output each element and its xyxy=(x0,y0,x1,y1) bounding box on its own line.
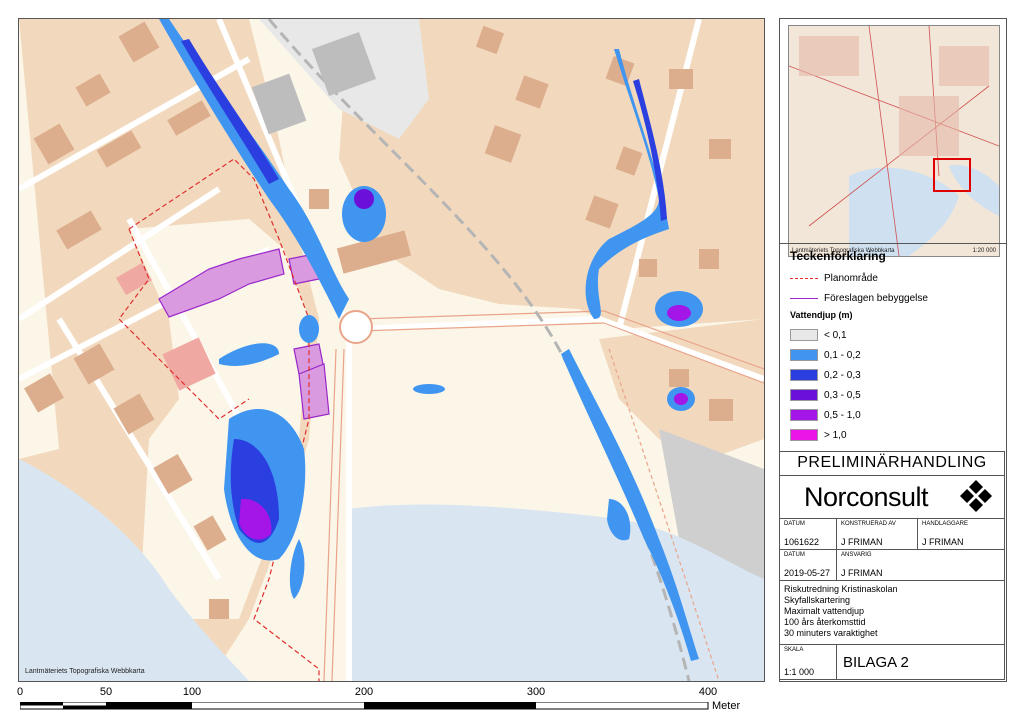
flood-zone xyxy=(674,393,688,405)
field-value: J FRIMAN xyxy=(841,568,883,578)
dashed-line-icon xyxy=(790,277,818,279)
skala-cell: SKALA 1:1 000 xyxy=(779,644,837,680)
scale-unit: Meter xyxy=(712,700,741,712)
scale-label: 50 xyxy=(99,686,113,698)
overview-scale: 1:20 000 xyxy=(972,248,996,254)
legend-depth-class: 0,5 - 1,0 xyxy=(790,408,861,422)
legend-label: 0,3 - 0,5 xyxy=(824,389,861,401)
legend-depth-class: 0,2 - 0,3 xyxy=(790,368,861,382)
field-label: DATUM xyxy=(784,521,805,527)
datum-cell: DATUM 1061622 xyxy=(779,518,837,550)
field-value: 2019-05-27 xyxy=(784,568,831,578)
field-value: J FRIMAN xyxy=(922,537,964,547)
company-name: Norconsult xyxy=(804,482,929,512)
scale-label: 200 xyxy=(354,686,374,698)
scale-label: 100 xyxy=(182,686,202,698)
legend-label: < 0,1 xyxy=(824,329,847,341)
field-label: DATUM xyxy=(784,552,805,558)
field-label: ANSVARIG xyxy=(841,552,872,558)
legend-depth-class: 0,1 - 0,2 xyxy=(790,348,861,362)
scale-label: 0 xyxy=(16,686,24,698)
scale-label: 400 xyxy=(698,686,718,698)
main-map[interactable]: Lantmäteriets Topografiska Webbkarta xyxy=(18,18,765,682)
norconsult-logo-icon xyxy=(960,480,992,512)
roundabout xyxy=(339,310,373,344)
description-cell: Riskutredning Kristinaskolan Skyfallskar… xyxy=(779,580,1005,645)
overview-canvas xyxy=(789,26,999,256)
description-line: 100 års återkomsttid xyxy=(784,617,866,627)
flood-zone xyxy=(289,539,305,599)
legend-depth-class: < 0,1 xyxy=(790,328,847,342)
handlaggare-cell: HANDLAGGARE J FRIMAN xyxy=(917,518,1005,550)
flood-zone xyxy=(667,305,691,321)
legend-depth-title: Vattendjup (m) xyxy=(790,310,853,320)
overview-map[interactable]: Lantmäteriets Topografiska Webbkarta 1:2… xyxy=(788,25,1000,257)
legend-label: > 1,0 xyxy=(824,429,847,441)
map-canvas xyxy=(19,19,764,681)
color-swatch xyxy=(790,349,818,361)
title-block: PRELIMINÄRHANDLING Norconsult DATUM 1061… xyxy=(779,451,1007,680)
scale-label: 300 xyxy=(526,686,546,698)
color-swatch xyxy=(790,389,818,401)
color-swatch xyxy=(790,369,818,381)
flood-zone xyxy=(413,384,445,394)
legend-depth-class: > 1,0 xyxy=(790,428,847,442)
legend-label: 0,5 - 1,0 xyxy=(824,409,861,421)
scale-bar-graphic xyxy=(20,702,709,710)
ansvarig-cell: ANSVARIG J FRIMAN xyxy=(836,549,1005,581)
map-credit: Lantmäteriets Topografiska Webbkarta xyxy=(25,668,145,675)
legend-label: 0,1 - 0,2 xyxy=(824,349,861,361)
legend-label: Planområde xyxy=(824,272,878,284)
status-label: PRELIMINÄRHANDLING xyxy=(779,451,1005,476)
field-label: SKALA xyxy=(784,647,804,653)
panel-divider xyxy=(780,243,1006,244)
color-swatch xyxy=(790,429,818,441)
description-line: Skyfallskartering xyxy=(784,595,851,605)
datum-cell: DATUM 2019-05-27 xyxy=(779,549,837,581)
field-value: 1:1 000 xyxy=(784,667,815,677)
description-line: 30 minuters varaktighet xyxy=(784,628,878,638)
legend-title: Teckenförklaring xyxy=(790,249,886,263)
color-swatch xyxy=(790,329,818,341)
description-line: Maximalt vattendjup xyxy=(784,606,865,616)
field-label: KONSTRUERAD AV xyxy=(841,521,896,527)
field-value: 1061622 xyxy=(784,537,820,547)
konstruerad-cell: KONSTRUERAD AV J FRIMAN xyxy=(836,518,918,550)
bilaga-cell: BILAGA 2 xyxy=(836,644,1005,680)
legend-depth-class: 0,3 - 0,5 xyxy=(790,388,861,402)
legend-label: Föreslagen bebyggelse xyxy=(824,292,928,304)
bilaga-label: BILAGA 2 xyxy=(843,654,909,671)
company-logo: Norconsult xyxy=(779,475,1005,519)
legend-label: 0,2 - 0,3 xyxy=(824,369,861,381)
color-swatch xyxy=(790,409,818,421)
field-label: HANDLAGGARE xyxy=(922,521,969,527)
description-line: Riskutredning Kristinaskolan xyxy=(784,584,898,594)
scale-bar: 0 50 100 200 300 400 Meter xyxy=(16,686,763,716)
legend-item-plan-area: Planområde xyxy=(790,271,878,285)
solid-line-icon xyxy=(790,297,818,299)
legend-item-proposed-building: Föreslagen bebyggelse xyxy=(790,291,928,305)
flood-zone xyxy=(354,189,374,209)
field-value: J FRIMAN xyxy=(841,537,883,547)
flood-zone xyxy=(299,315,319,343)
